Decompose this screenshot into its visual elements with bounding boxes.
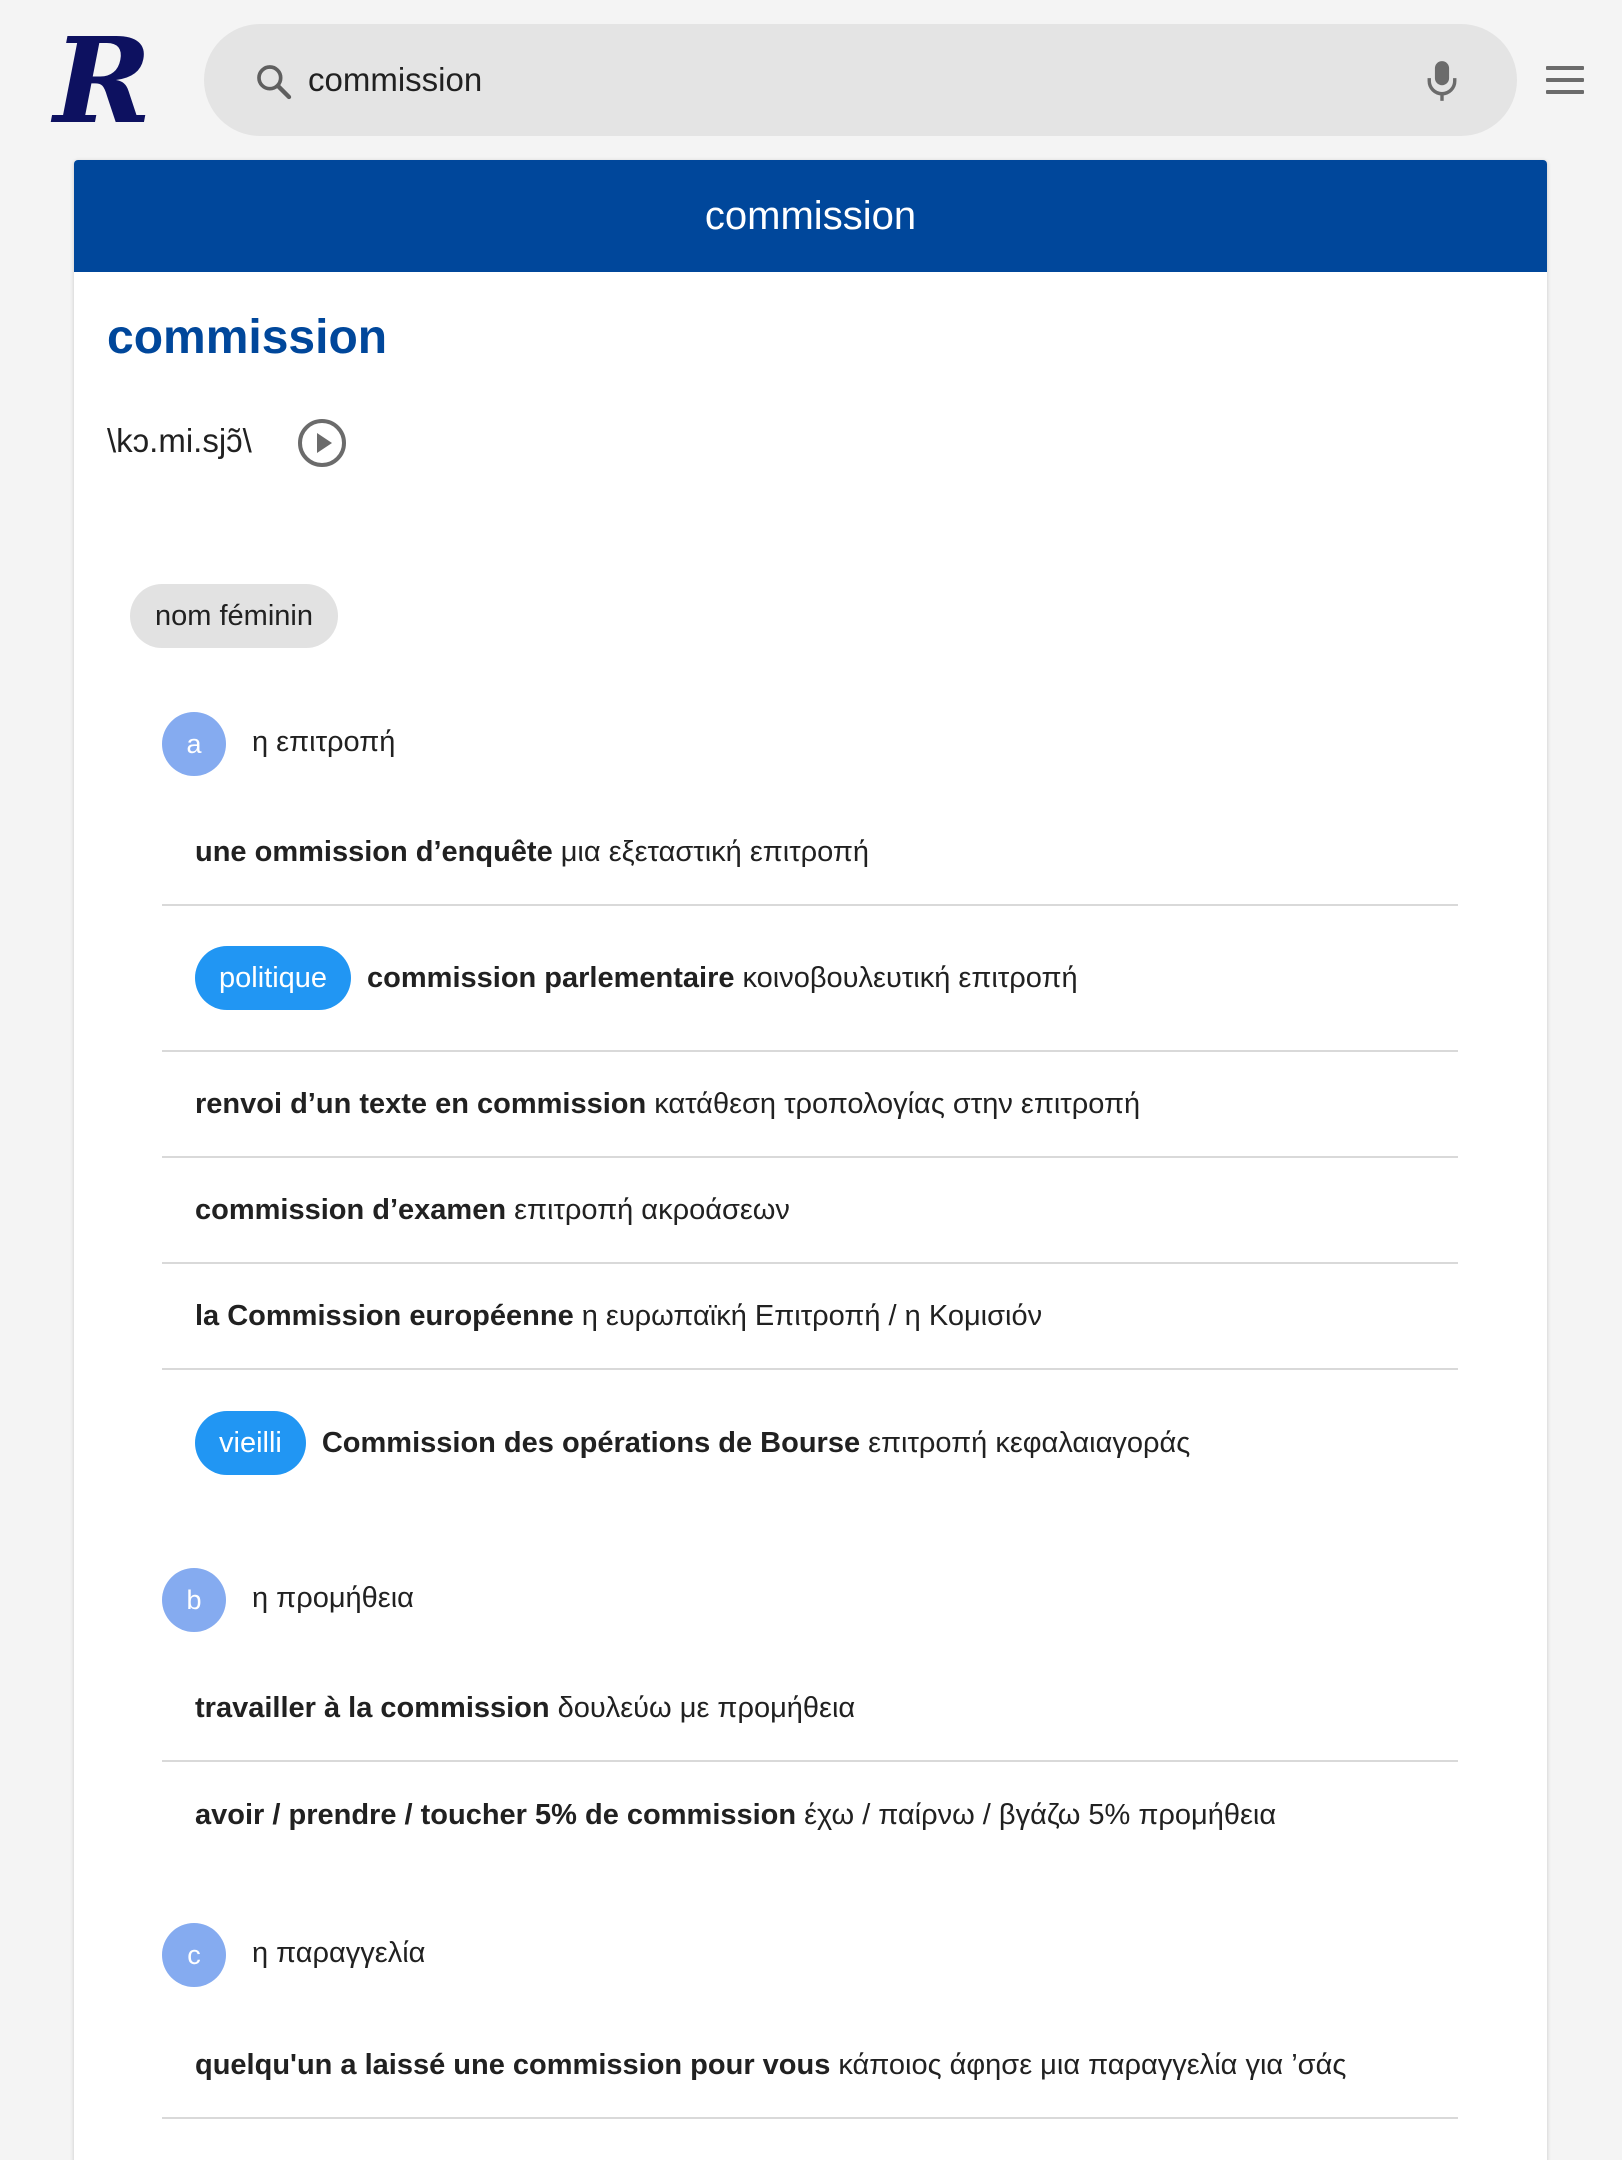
example-row: vieilli Commission des opérations de Bou… [162,1370,1458,1516]
example-fr: une ommission d’enquête [195,835,553,868]
sense-badge: c [162,1923,226,1987]
example-gr: η ευρωπαϊκή Επιτροπή / η Κομισιόν [581,1299,1043,1332]
example-fr: renvoi d’un texte en commission [195,1087,647,1120]
search-input[interactable]: commission [308,24,482,136]
example-row: commission d’examen επιτροπή ακροάσεων [162,1158,1458,1264]
example-gr: επιτροπή ακροάσεων [514,1193,790,1226]
example-gr: κάποιος άφησε μια παραγγελία για ’σάς [838,2048,1347,2081]
entry-card: commission commission \kɔ.mi.sjɔ̃\ nom f… [74,160,1547,2160]
example-row: avoir / prendre / toucher 5% de commissi… [162,1762,1458,1868]
sense-badge: b [162,1568,226,1632]
example-fr: commission parlementaire [367,961,735,994]
sense-label: η παραγγελία [252,1937,426,1969]
part-of-speech-chip: nom féminin [130,584,338,648]
example-fr: quelqu'un a laissé une commission pour v… [195,2048,831,2081]
site-logo[interactable]: R [30,22,175,140]
example-row: politique commission parlementaire κοινο… [162,906,1458,1052]
sense-label: η επιτροπή [252,726,396,758]
sense-label: η προμήθεια [252,1582,414,1614]
play-icon[interactable] [296,417,348,469]
example-fr: travailler à la commission [195,1691,550,1724]
example-gr: μια εξεταστική επιτροπή [560,835,870,868]
example-gr: έχω / παίρνω / βγάζω 5% προμήθεια [804,1798,1277,1831]
usage-tag: vieilli [195,1411,306,1475]
example-fr: Commission des opérations de Bourse [321,1426,861,1459]
example-row: renvoi d’un texte en commission κατάθεση… [162,1052,1458,1158]
example-fr: commission d’examen [195,1193,507,1226]
mic-icon[interactable] [1425,58,1459,104]
sense-badge: a [162,712,226,776]
usage-tag: politique [195,946,352,1010]
headword: commission [107,311,388,364]
example-gr: κατάθεση τροπολογίας στην επιτροπή [654,1087,1141,1120]
example-gr: δουλεύω με προμήθεια [557,1691,856,1724]
example-row: la Commission européenne η ευρωπαϊκή Επι… [162,1264,1458,1370]
card-header-title: commission [74,160,1547,272]
example-gr: κοινοβουλευτική επιτροπή [742,961,1078,994]
search-bar[interactable]: commission [204,24,1517,136]
example-row: travailler à la commission δουλεύω με πρ… [162,1656,1458,1762]
hamburger-menu-icon[interactable] [1546,66,1584,94]
example-row: une ommission d’enquête μια εξεταστική ε… [162,800,1458,906]
example-fr: avoir / prendre / toucher 5% de commissi… [195,1798,797,1831]
search-icon [257,65,292,100]
example-fr: la Commission européenne [195,1299,574,1332]
example-row: quelqu'un a laissé une commission pour v… [162,2013,1458,2119]
example-gr: επιτροπή κεφαλαιαγοράς [868,1426,1191,1459]
pronunciation: \kɔ.mi.sjɔ̃\ [107,422,252,459]
